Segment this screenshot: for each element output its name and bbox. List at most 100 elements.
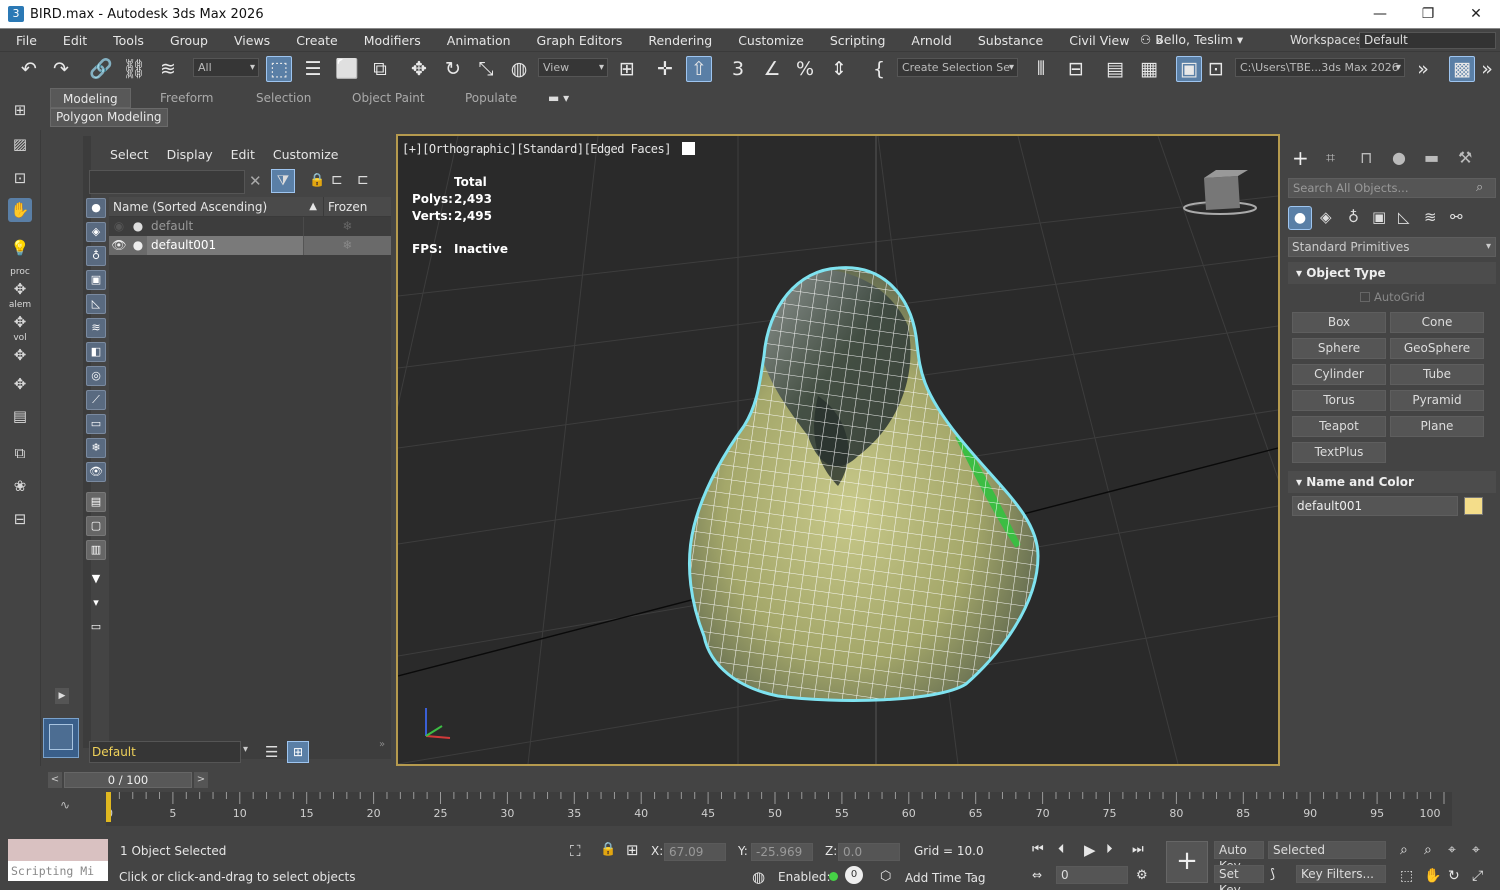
xrefs-filter-icon[interactable]: ◎ (86, 366, 106, 386)
redo-icon[interactable]: ↷ (48, 56, 74, 82)
filter-edit-icon[interactable]: ▾ (86, 594, 106, 614)
object-type-rollout[interactable]: ▾ Object Type (1288, 262, 1496, 284)
modify-tab-icon[interactable]: ⌗ (1326, 148, 1335, 168)
menu-create[interactable]: Create (283, 33, 351, 48)
zoom-extents-all-icon[interactable]: ⌖ (1472, 842, 1480, 858)
proc-tool-icon[interactable]: proc ✥ (8, 268, 32, 299)
tab-populate[interactable]: Populate (465, 88, 517, 108)
pivot-center-icon[interactable]: ⊞ (614, 56, 640, 82)
helpers-category-icon[interactable]: ◺ (1398, 208, 1410, 226)
systems-category-icon[interactable]: ⚯ (1450, 208, 1463, 226)
zoom-all-icon[interactable]: ⌕ (1424, 842, 1432, 858)
select-object-icon[interactable]: ⬚ (266, 56, 292, 82)
filter-icon[interactable]: ⧩ (271, 169, 295, 193)
invert-display-icon[interactable]: ▥ (86, 540, 106, 560)
menu-graph-editors[interactable]: Graph Editors (524, 33, 636, 48)
display-tab-icon[interactable]: ▬ (1424, 148, 1439, 167)
previous-frame-icon[interactable]: ⏴ (1058, 842, 1065, 857)
user-account[interactable]: ⚇ Bello, Teslim ▾ (1140, 29, 1243, 51)
menu-modifiers[interactable]: Modifiers (351, 33, 434, 48)
motion-tab-icon[interactable]: ● (1392, 148, 1406, 167)
light-icon[interactable]: 💡 (8, 236, 32, 260)
named-selection-dropdown[interactable]: Create Selection Se (897, 58, 1018, 77)
restore-button[interactable]: ❐ (1404, 0, 1452, 29)
percent-snap-icon[interactable]: % (792, 56, 818, 82)
paint-tool-icon[interactable]: ❀ (8, 474, 32, 498)
zoom-icon[interactable]: ⌕ (1400, 842, 1408, 858)
toolbar-overflow[interactable]: » (1410, 56, 1436, 82)
utilities-tab-icon[interactable]: ⚒ (1458, 148, 1472, 167)
visibility-icon[interactable]: ◉ (109, 217, 129, 236)
close-button[interactable]: ✕ (1452, 0, 1500, 29)
vol-tool-icon[interactable]: vol ✥ (8, 334, 32, 365)
ribbon-subpanel-polygon-modeling[interactable]: Polygon Modeling (50, 108, 168, 127)
plane-button[interactable]: Plane (1390, 416, 1484, 437)
rectangular-selection-icon[interactable]: ⬜ (334, 56, 360, 82)
move-icon[interactable]: ✥ (406, 56, 432, 82)
next-frame-arrow[interactable]: > (194, 772, 208, 788)
name-and-color-rollout[interactable]: ▾ Name and Color (1288, 471, 1496, 493)
autogrid-checkbox[interactable]: AutoGrid (1360, 290, 1425, 304)
explorer-menu-select[interactable]: Select (101, 147, 158, 162)
pyramid-button[interactable]: Pyramid (1390, 390, 1484, 411)
edit-select-icon[interactable]: ▨ (8, 132, 32, 156)
window-crossing-icon[interactable]: ⧉ (367, 56, 393, 82)
angle-snap-icon[interactable]: ∠ (759, 56, 785, 82)
menu-customize[interactable]: Customize (725, 33, 817, 48)
tab-selection[interactable]: Selection (256, 88, 311, 108)
selection-lock-icon[interactable]: 🔒 (600, 842, 616, 857)
spacewarps-filter-icon[interactable]: ≋ (86, 318, 106, 338)
hierarchy-tab-icon[interactable]: ⊓ (1360, 148, 1372, 167)
maximize-viewport-icon[interactable]: ⤢ (1472, 868, 1483, 884)
track-bar[interactable]: 0510152025303540455055606570758085909510… (105, 792, 1452, 826)
selection-set-icon[interactable]: ▭ (86, 618, 106, 638)
move-tool-icon[interactable]: ✥ (8, 372, 32, 396)
set-keys-big-button[interactable]: + (1166, 841, 1208, 883)
tab-object-paint[interactable]: Object Paint (352, 88, 425, 108)
viewport-color-swatch[interactable] (681, 142, 695, 155)
key-mode-dropdown[interactable]: Selected (1268, 841, 1386, 859)
link-icon[interactable]: 🔗 (88, 56, 114, 82)
alem-tool-icon[interactable]: alem ✥ (8, 301, 32, 332)
cameras-category-icon[interactable]: ▣ (1372, 208, 1386, 226)
table-row[interactable]: 👁 ● default001 ❄ (109, 236, 391, 255)
containers-filter-icon[interactable]: ▭ (86, 414, 106, 434)
teapot-button[interactable]: Teapot (1292, 416, 1386, 437)
key-tangent-icon[interactable]: ⟆ (1270, 867, 1275, 882)
curve-editor-toggle-icon[interactable]: ∿ (60, 798, 70, 812)
edit-named-selection-icon[interactable]: { (866, 56, 892, 82)
bones-filter-icon[interactable]: ⟋ (86, 390, 106, 410)
add-time-tag[interactable]: Add Time Tag (905, 871, 986, 885)
project-folder-dropdown[interactable]: C:\Users\TBE...3ds Max 2026 (1235, 58, 1405, 77)
column-header-name[interactable]: Name (Sorted Ascending) ▲ (109, 197, 323, 216)
clone-tool-icon[interactable]: ⧉ (8, 441, 32, 465)
select-manipulate-icon[interactable]: ✛ (652, 56, 678, 82)
orbit-icon[interactable]: ↻ (1448, 868, 1460, 884)
key-filters-button[interactable]: Key Filters... (1296, 865, 1386, 883)
y-coordinate-field[interactable]: -25.969 (751, 843, 813, 861)
edit-tool-icon[interactable]: ▤ (8, 404, 32, 428)
lights-filter-icon[interactable]: ♁ (86, 246, 106, 266)
maxscript-listener-panel[interactable] (8, 839, 108, 861)
mirror-icon[interactable]: ⫴ (1028, 56, 1054, 82)
helpers-filter-icon[interactable]: ◺ (86, 294, 106, 314)
menu-animation[interactable]: Animation (434, 33, 524, 48)
menu-scripting[interactable]: Scripting (817, 33, 899, 48)
set-key-button[interactable]: Set Key (1214, 865, 1264, 890)
rotate-icon[interactable]: ↻ (440, 56, 466, 82)
undo-icon[interactable]: ↶ (16, 56, 42, 82)
time-configuration-icon[interactable]: ⚙ (1136, 868, 1148, 883)
auto-key-button[interactable]: Auto Key (1214, 841, 1264, 873)
torus-button[interactable]: Torus (1292, 390, 1386, 411)
menu-tools[interactable]: Tools (100, 33, 157, 48)
shapes-category-icon[interactable]: ◈ (1320, 208, 1332, 226)
geosphere-button[interactable]: GeoSphere (1390, 338, 1484, 359)
hand-tool-icon[interactable]: ✋ (8, 198, 32, 222)
expand-arrow-icon[interactable]: ▶ (55, 688, 69, 704)
frozen-icon[interactable]: ❄ (303, 217, 391, 236)
display-all-icon[interactable]: ▤ (86, 492, 106, 512)
curve-editor-icon[interactable]: ⊡ (1206, 56, 1226, 82)
geometry-filter-icon[interactable]: ● (86, 198, 106, 218)
explorer-search-input[interactable] (89, 170, 245, 194)
menu-group[interactable]: Group (157, 33, 221, 48)
